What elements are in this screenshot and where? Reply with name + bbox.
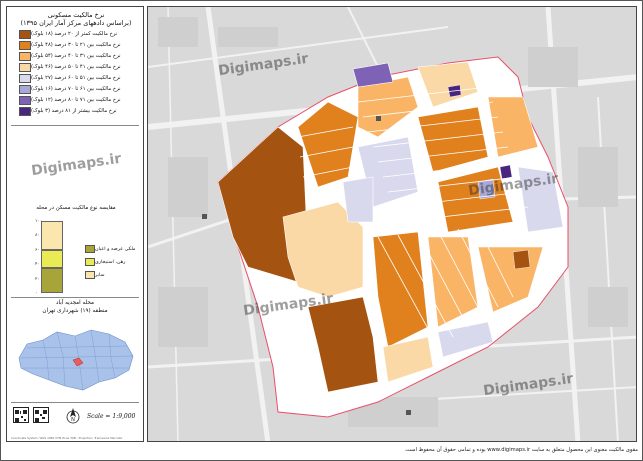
legend-swatch <box>19 62 31 72</box>
watermark: Digimaps.ir <box>30 150 123 180</box>
location-title-line2: منطقه (۱۹) شهرداری تهران <box>42 308 108 314</box>
block <box>512 249 531 270</box>
block <box>342 176 374 223</box>
qr-code-icon <box>13 407 29 423</box>
main-map: Digimaps.ir Digimaps.ir Digimaps.ir Digi… <box>147 6 637 442</box>
legend-panel: نرخ مالکیت مسکونی (براساس دادههای مرکز آ… <box>6 6 144 442</box>
location-title-line1: محله امجدیه آباد <box>56 300 94 306</box>
north-label: N <box>71 417 75 423</box>
bar-tick-label: ۰ <box>35 291 38 296</box>
legend-divider <box>11 125 139 126</box>
block <box>499 164 513 180</box>
location-divider <box>11 297 139 298</box>
poi-marker <box>202 214 207 219</box>
legend-swatch <box>19 40 31 50</box>
legend-title: نرخ مالکیت مسکونی (براساس دادههای مرکز آ… <box>13 11 139 27</box>
legend-swatch <box>19 95 31 105</box>
legend-label: نرخ مالکیت کمتر از ۲۰ درصد (۱۸ بلوک) <box>31 31 118 37</box>
legend-label: نرخ مالکیت بین ۴۱ تا ۵۰ درصد (۴۶ بلوک) <box>31 64 121 70</box>
bar-tick-label: ۶۰ <box>35 247 40 253</box>
legend-swatch <box>19 29 31 39</box>
legend-title-line1: نرخ مالکیت مسکونی <box>47 11 105 19</box>
legend-swatch <box>19 73 31 83</box>
bar-legend-item: سایر <box>81 271 104 279</box>
bar-legend-swatch <box>85 271 95 279</box>
bar-legend-swatch <box>85 258 95 266</box>
legend-item: نرخ مالکیت بین ۶۱ تا ۷۰ درصد (۱۶ بلوک) <box>15 84 139 94</box>
bar-legend-item: ملکی عرصه و اعیان <box>81 245 135 253</box>
legend-label: نرخ مالکیت بین ۳۱ تا ۴۰ درصد (۵۴ بلوک) <box>31 53 121 59</box>
legend-item: نرخ مالکیت بیشتر از ۸۱ درصد (۳ بلوک) <box>15 106 139 116</box>
bar-tick-label: ۲۰ <box>35 276 40 282</box>
legend-swatch <box>19 106 31 116</box>
bar-segment-other <box>41 221 63 250</box>
location-title: محله امجدیه آباد منطقه (۱۹) شهرداری تهرا… <box>11 299 139 315</box>
ownership-bar <box>41 221 63 293</box>
legend-title-line2: (براساس دادههای مرکز آمار ایران ۱۳۹۵) <box>20 19 132 27</box>
bar-legend-swatch <box>85 245 95 253</box>
ownership-chart-title: مقایسه نوع مالکیت مسکن در محله <box>36 205 116 211</box>
legend-item: نرخ مالکیت بین ۴۱ تا ۵۰ درصد (۴۶ بلوک) <box>15 62 139 72</box>
bar-legend-label: رهن، استیجاری <box>95 259 126 265</box>
qr-code-icon <box>33 407 49 423</box>
legend-item: نرخ مالکیت بین ۲۱ تا ۳۰ درصد (۴۸ بلوک) <box>15 40 139 50</box>
poi-marker <box>376 116 381 121</box>
bar-legend-label: سایر <box>95 272 105 278</box>
legend-item: نرخ مالکیت بین ۵۱ تا ۶۰ درصد (۲۷ بلوک) <box>15 73 139 83</box>
bar-segment-rented <box>41 249 63 268</box>
copyright-footer: مقوی مالکیت معنوی این محصول متعلق به سای… <box>404 447 638 453</box>
legend-label: نرخ مالکیت بین ۷۱ تا ۸۰ درصد (۱۲ بلوک) <box>31 97 121 103</box>
bar-tick-label: ۸۰ <box>35 233 40 239</box>
legend-item: نرخ مالکیت بین ۷۱ تا ۸۰ درصد (۱۲ بلوک) <box>15 95 139 105</box>
poi-marker <box>406 410 411 415</box>
tehran-inset-map <box>13 320 139 400</box>
bar-tick-label: ۴۰ <box>35 262 40 268</box>
north-arrow-icon: N <box>66 408 80 424</box>
legend-label: نرخ مالکیت بین ۲۱ تا ۳۰ درصد (۴۸ بلوک) <box>31 42 121 48</box>
legend-item: نرخ مالکیت بین ۳۱ تا ۴۰ درصد (۵۴ بلوک) <box>15 51 139 61</box>
bar-segment-owned <box>41 267 63 293</box>
bar-legend-label: ملکی عرصه و اعیان <box>95 246 136 252</box>
bar-tick-label: ۱۰۰ <box>35 219 43 224</box>
legend-label: نرخ مالکیت بین ۶۱ تا ۷۰ درصد (۱۶ بلوک) <box>31 86 121 92</box>
scale-text: Scale = 1:9,000 <box>87 413 136 420</box>
legend-item: نرخ مالکیت کمتر از ۲۰ درصد (۱۸ بلوک) <box>15 29 139 39</box>
legend-label: نرخ مالکیت بیشتر از ۸۱ درصد (۳ بلوک) <box>31 108 117 114</box>
legend-swatch <box>19 84 31 94</box>
map-canvas <box>148 7 636 441</box>
legend-label: نرخ مالکیت بین ۵۱ تا ۶۰ درصد (۲۷ بلوک) <box>31 75 121 81</box>
legend-swatch <box>19 51 31 61</box>
coordinate-credits: Coordinate System: WGS 1984 UTM Zone 39N… <box>11 436 123 440</box>
footer-divider <box>11 402 139 403</box>
bar-legend-item: رهن، استیجاری <box>81 258 125 266</box>
